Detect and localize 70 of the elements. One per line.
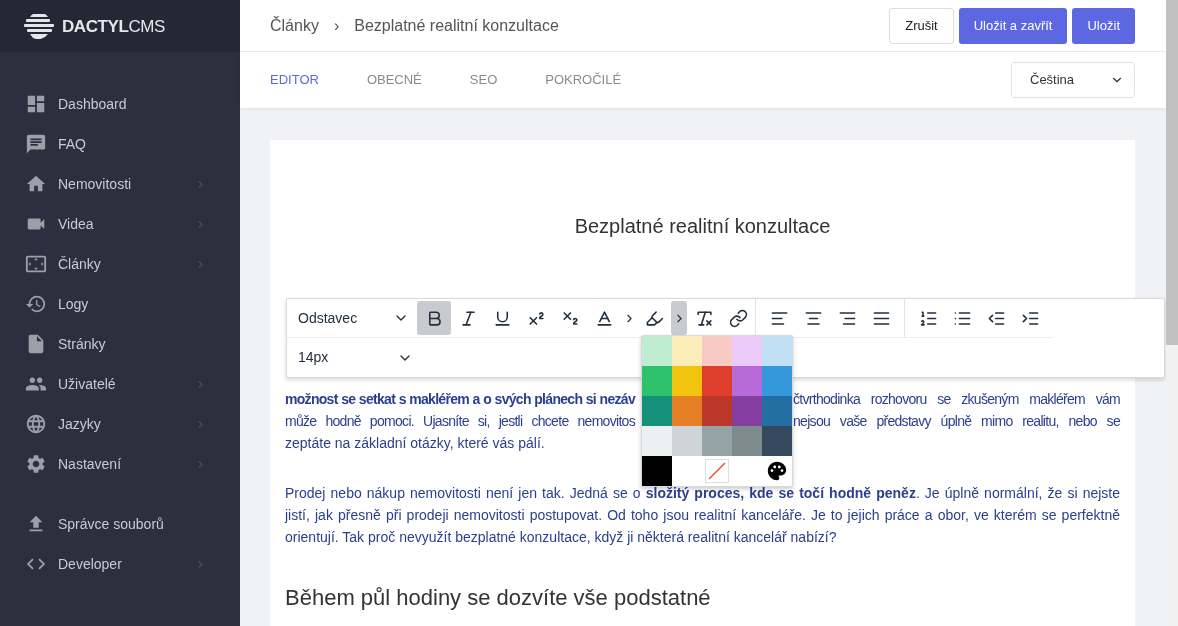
paragraph-text: čtvrthodinka rozhovoru se zkušeným makléřem vám — [793, 390, 1120, 409]
font-size-select[interactable]: 14px — [287, 338, 421, 377]
settings-icon — [25, 453, 47, 475]
scrollbar-thumb[interactable] — [1166, 0, 1178, 345]
action-button[interactable]: Uložit a zavřít — [958, 7, 1068, 44]
paragraph-text: může hodně pomoci. Ujasníte si, jestli chcete nemovitos — [285, 412, 635, 431]
color-swatch[interactable] — [672, 336, 702, 366]
color-swatch[interactable] — [642, 336, 672, 366]
color-swatch[interactable] — [762, 426, 792, 456]
underline-icon — [492, 308, 512, 328]
color-swatch[interactable] — [732, 396, 762, 426]
paragraph-text: Prodej nebo nákup nemovitosti není jen tak. Jedná se o složitý proces, kde se točí hodně peněz. Je úplně normální, že si nejste jistí, jak přesně při prodeji nemovitosti postupovat. Od toho jsou realitní kanceláře. Je to jejich práce a obor, ve kterém se perfektně orientují. Tak proč nevyužít bezplatné konzultace, když ji některá realitní kancelář nabízí? — [285, 484, 1120, 547]
paragraph-text: zeptáte na základní otázky, které vás pálí. — [285, 434, 545, 453]
breadcrumb-current: Bezplatné realitní konzultace — [354, 15, 560, 36]
link-icon — [728, 308, 748, 328]
highlighter-icon — [644, 308, 664, 328]
sidebar-item[interactable]: Videa — [0, 204, 240, 244]
section-heading: Během půl hodiny se dozvíte vše podstatné — [285, 584, 712, 612]
color-swatch[interactable] — [642, 396, 672, 426]
palette-icon[interactable] — [766, 460, 788, 482]
logo-icon — [24, 13, 54, 39]
sidebar-item[interactable]: Stránky — [0, 324, 240, 364]
block-format-select[interactable]: Odstavec — [287, 299, 417, 337]
color-swatch[interactable] — [702, 366, 732, 396]
sidebar-item[interactable]: Uživatelé — [0, 364, 240, 404]
color-swatch[interactable] — [702, 336, 732, 366]
text-color-icon — [594, 308, 614, 328]
breadcrumb-separator: › — [333, 15, 340, 36]
language-select[interactable]: Čeština — [1011, 62, 1135, 98]
sidebar-item[interactable]: Dashboard — [0, 84, 240, 124]
color-swatch[interactable] — [762, 366, 792, 396]
action-button[interactable]: Uložit — [1072, 7, 1135, 44]
paragraph-text: nejsou vaše představy úplně mimo realitu, nebo se — [793, 412, 1120, 431]
sidebar-item[interactable]: Články — [0, 244, 240, 284]
color-swatch[interactable] — [642, 426, 672, 456]
clear-format-icon — [694, 308, 714, 328]
globe-icon — [25, 413, 47, 435]
sidebar-item[interactable]: Nastavení — [0, 444, 240, 484]
sidebar-item[interactable]: Nemovitosti — [0, 164, 240, 204]
color-swatch[interactable] — [642, 366, 672, 396]
color-swatch[interactable] — [732, 366, 762, 396]
color-swatch[interactable] — [762, 396, 792, 426]
sidebar-item[interactable]: Správce souborů — [0, 504, 240, 544]
color-swatch[interactable] — [762, 336, 792, 366]
breadcrumb-link[interactable]: Články — [270, 13, 319, 38]
frame-icon — [25, 253, 47, 275]
color-swatch[interactable] — [732, 426, 762, 456]
action-button[interactable]: Zrušit — [889, 7, 954, 44]
toolbar-button[interactable] — [417, 301, 451, 335]
color-swatch[interactable] — [672, 426, 702, 456]
sidebar-item[interactable]: Logy — [0, 284, 240, 324]
dashboard-icon — [25, 93, 47, 115]
color-swatch[interactable] — [672, 396, 702, 426]
color-swatch[interactable] — [672, 366, 702, 396]
history-icon — [25, 293, 47, 315]
color-swatch[interactable] — [702, 396, 732, 426]
remove-color-icon[interactable] — [705, 459, 729, 483]
color-swatch[interactable] — [702, 426, 732, 456]
tab[interactable]: EDITOR — [270, 70, 319, 90]
chat-icon — [25, 133, 47, 155]
logo-text: DACTYLCMS — [62, 17, 165, 35]
ordered-list-icon — [918, 308, 938, 328]
sidebar-item[interactable]: Developer — [0, 544, 240, 584]
paragraph-text: možnost se setkat s makléřem a o svých plánech si nezáv — [285, 390, 635, 409]
sidebar-item[interactable]: Jazyky — [0, 404, 240, 444]
color-swatch[interactable] — [642, 456, 672, 486]
color-swatch[interactable] — [732, 336, 762, 366]
sidebar-item[interactable]: FAQ — [0, 124, 240, 164]
article-title: Bezplatné realitní konzultace — [573, 214, 832, 239]
tab[interactable]: POKROČILÉ — [545, 70, 622, 90]
